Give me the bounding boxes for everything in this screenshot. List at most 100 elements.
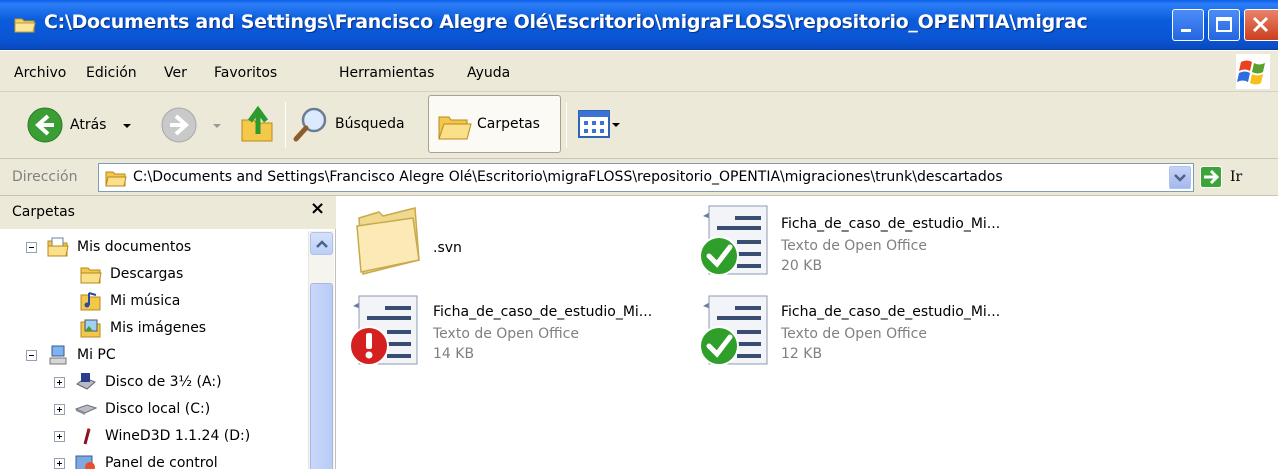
collapse-expander[interactable] xyxy=(26,241,37,253)
up-folder-button[interactable] xyxy=(240,104,276,144)
chevron-down-icon[interactable] xyxy=(118,116,136,134)
tree-item-label: Mis imágenes xyxy=(110,320,207,336)
tree-item-label: WineD3D 1.1.24 (D:) xyxy=(105,428,251,444)
file-size: 14 KB xyxy=(433,346,475,362)
scroll-thumb[interactable] xyxy=(310,283,333,469)
tree-item-wined3d[interactable]: WineD3D 1.1.24 (D:) xyxy=(54,424,250,448)
tree-item-disco-c[interactable]: Disco local (C:) xyxy=(54,397,210,421)
tree-item-label: Descargas xyxy=(110,266,184,282)
go-button[interactable]: Ir xyxy=(1200,166,1242,188)
search-button[interactable]: Búsqueda xyxy=(293,106,405,142)
file-item[interactable]: Ficha_de_caso_de_estudio_Mi... Texto de … xyxy=(697,202,1057,282)
chevron-down-icon[interactable] xyxy=(610,115,622,133)
tree-item-panel-de-control[interactable]: Panel de control xyxy=(54,451,218,469)
file-name: Ficha_de_caso_de_estudio_Mi... xyxy=(781,216,1001,232)
menu-ayuda[interactable]: Ayuda xyxy=(467,65,510,81)
windows-logo-icon xyxy=(1236,54,1270,89)
tree-item-mi-musica[interactable]: Mi música xyxy=(80,289,180,313)
maximize-icon xyxy=(1216,17,1232,32)
up-folder-icon xyxy=(241,105,273,142)
search-icon xyxy=(293,107,327,142)
address-bar: Dirección C:\Documents and Settings\Fran… xyxy=(0,159,1278,196)
menu-bar: Archivo Edición Ver Favoritos Herramient… xyxy=(0,51,1278,92)
file-item[interactable]: .svn xyxy=(353,202,673,282)
folders-panel: Carpetas × Mis documentos Descargas Mi m… xyxy=(0,196,336,469)
collapse-expander[interactable] xyxy=(26,349,37,361)
go-label: Ir xyxy=(1230,169,1243,185)
close-button[interactable] xyxy=(1244,9,1278,41)
toolbar: Atrás Búsqueda Carpetas xyxy=(0,92,1278,159)
expand-expander[interactable] xyxy=(54,403,65,415)
tree-item-descargas[interactable]: Descargas xyxy=(80,262,183,286)
folder-icon xyxy=(80,267,102,284)
back-label: Atrás xyxy=(70,117,107,133)
tree-item-label: Disco local (C:) xyxy=(105,401,211,417)
title-bar[interactable]: C:\Documents and Settings\Francisco Aleg… xyxy=(0,0,1278,50)
folder-icon xyxy=(14,18,36,33)
go-arrow-icon xyxy=(1200,166,1222,188)
menu-favoritos[interactable]: Favoritos xyxy=(214,65,277,81)
folders-scrollbar[interactable] xyxy=(308,231,334,469)
tree-item-mis-documentos[interactable]: Mis documentos xyxy=(26,235,191,259)
forward-button[interactable] xyxy=(160,106,226,144)
floppy-drive-icon xyxy=(76,373,96,390)
odt-check-icon xyxy=(699,295,768,366)
folder-icon xyxy=(356,207,420,275)
chevron-up-icon xyxy=(315,239,328,248)
folders-panel-header: Carpetas × xyxy=(0,196,336,229)
chevron-down-icon xyxy=(1174,173,1186,182)
file-type: Texto de Open Office xyxy=(781,326,927,342)
tree-item-disco-a[interactable]: Disco de 3½ (A:) xyxy=(54,370,222,394)
folders-panel-title: Carpetas xyxy=(12,204,75,220)
menu-edicion[interactable]: Edición xyxy=(86,65,137,81)
maximize-button[interactable] xyxy=(1208,9,1240,41)
address-dropdown-button[interactable] xyxy=(1169,166,1191,189)
tree-item-mis-imagenes[interactable]: Mis imágenes xyxy=(80,316,206,340)
back-button[interactable]: Atrás xyxy=(26,106,136,144)
file-type: Texto de Open Office xyxy=(433,326,579,342)
views-button[interactable] xyxy=(578,110,622,138)
my-documents-icon xyxy=(47,237,69,257)
tree-item-label: Panel de control xyxy=(105,455,218,469)
expand-expander[interactable] xyxy=(54,457,65,469)
file-name: Ficha_de_caso_de_estudio_Mi... xyxy=(433,304,653,320)
folders-button[interactable]: Carpetas xyxy=(428,95,561,153)
tree-item-label: Mi música xyxy=(110,293,181,309)
close-icon xyxy=(1252,16,1269,33)
folder-icon xyxy=(105,171,127,187)
search-label: Búsqueda xyxy=(335,116,405,132)
odt-error-icon xyxy=(349,295,418,366)
file-type: Texto de Open Office xyxy=(781,238,927,254)
file-size: 12 KB xyxy=(781,346,823,362)
tree-item-label: Mis documentos xyxy=(77,239,192,255)
file-name: .svn xyxy=(433,240,462,256)
menu-herramientas[interactable]: Herramientas xyxy=(339,65,434,81)
tree-item-label: Disco de 3½ (A:) xyxy=(105,374,222,390)
wine-drive-icon xyxy=(83,428,91,445)
menu-archivo[interactable]: Archivo xyxy=(14,65,66,81)
local-disk-icon xyxy=(75,404,97,415)
expand-expander[interactable] xyxy=(54,376,65,388)
menu-ver[interactable]: Ver xyxy=(164,65,187,81)
tree-item-mi-pc[interactable]: Mi PC xyxy=(26,343,116,367)
forward-arrow-icon xyxy=(161,107,197,143)
tree-item-label: Mi PC xyxy=(77,347,116,363)
odt-check-icon xyxy=(699,205,768,276)
file-name: Ficha_de_caso_de_estudio_Mi... xyxy=(781,304,1001,320)
file-item[interactable]: Ficha_de_caso_de_estudio_Mi... Texto de … xyxy=(697,292,1057,372)
my-music-icon xyxy=(80,292,101,311)
address-input[interactable]: C:\Documents and Settings\Francisco Aleg… xyxy=(98,163,1194,192)
close-icon[interactable]: × xyxy=(310,198,325,219)
expand-expander[interactable] xyxy=(54,430,65,442)
file-list: .svn Ficha_de_caso_de_estudio_Mi... Text… xyxy=(337,196,1278,469)
file-size: 20 KB xyxy=(781,258,823,274)
back-arrow-icon xyxy=(27,107,63,143)
views-icon xyxy=(578,110,610,138)
chevron-down-icon[interactable] xyxy=(208,116,226,134)
file-item[interactable]: Ficha_de_caso_de_estudio_Mi... Texto de … xyxy=(347,292,697,372)
folders-icon xyxy=(438,116,472,140)
my-pictures-icon xyxy=(80,319,101,338)
address-value: C:\Documents and Settings\Francisco Aleg… xyxy=(133,169,1003,185)
scroll-up-button[interactable] xyxy=(310,232,333,255)
minimize-button[interactable] xyxy=(1172,9,1204,41)
